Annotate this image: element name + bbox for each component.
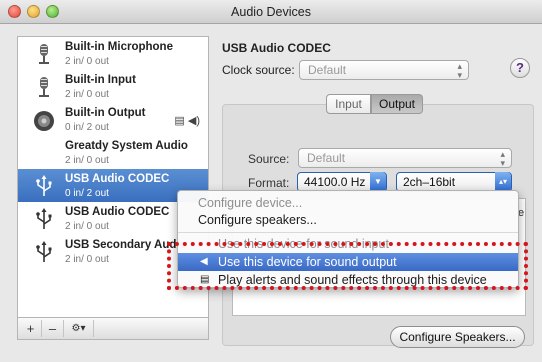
- device-channels: 2 in/ 0 out: [65, 221, 109, 232]
- help-button[interactable]: ?: [510, 58, 530, 78]
- device-name: Built-in Input: [65, 74, 136, 86]
- device-list-toolbar: + – ⚙▾: [17, 318, 209, 340]
- tab-input[interactable]: Input: [326, 94, 371, 114]
- device-item-built-in-microphone[interactable]: Built-in Microphone 2 in/ 0 out: [18, 37, 208, 70]
- format-rate-value: 44100.0 Hz: [304, 175, 366, 189]
- chevron-updown-icon: ▴▾: [495, 172, 511, 192]
- microphone-icon: [39, 77, 49, 97]
- speaker-icon: [34, 111, 54, 131]
- menu-item-use-for-output[interactable]: ◀ Use this device for sound output: [178, 253, 518, 271]
- device-context-menu: Configure device... Configure speakers..…: [177, 190, 519, 288]
- remove-device-button[interactable]: –: [42, 320, 64, 337]
- menu-item-label: Configure speakers...: [198, 213, 317, 227]
- chevron-updown-icon: ▴▾: [500, 149, 505, 168]
- tab-output[interactable]: Output: [371, 94, 423, 114]
- usb-icon: [36, 241, 52, 262]
- menu-item-label: Use this device for sound input: [218, 237, 389, 251]
- gear-menu-button[interactable]: ⚙▾: [64, 320, 94, 337]
- device-channels: 2 in/ 0 out: [65, 56, 109, 67]
- speaker-volume-icon: ◀: [200, 256, 208, 267]
- clock-source-label: Clock source:: [222, 63, 295, 77]
- device-name: USB Audio CODEC: [65, 173, 170, 185]
- clock-source-value: Default: [308, 63, 347, 77]
- device-name: USB Audio CODEC: [65, 206, 170, 218]
- default-device-badges: ▤ ◀): [174, 115, 200, 127]
- add-device-button[interactable]: +: [20, 320, 42, 337]
- menu-item-use-for-input[interactable]: Use this device for sound input: [178, 235, 518, 253]
- device-name: Built-in Output: [65, 107, 146, 119]
- chevron-down-icon: ▼: [370, 172, 386, 192]
- source-value: Default: [307, 151, 346, 165]
- source-label: Source:: [248, 152, 290, 166]
- selected-device-title: USB Audio CODEC: [222, 41, 331, 55]
- format-label: Format:: [248, 176, 290, 190]
- window-title: Audio Devices: [231, 5, 311, 19]
- menu-item-label: Play alerts and sound effects through th…: [218, 273, 487, 287]
- device-name: USB Secondary Audio: [65, 239, 187, 251]
- device-name: Greatdy System Audio: [65, 140, 188, 152]
- menu-item-label: Configure device...: [198, 196, 303, 210]
- clock-source-popup[interactable]: Default ▴ ▾: [299, 60, 469, 80]
- device-channels: 2 in/ 0 out: [65, 155, 109, 166]
- device-channels: 0 in/ 2 out: [65, 188, 109, 199]
- format-bits-value: 2ch–16bit: [403, 175, 456, 189]
- configure-speakers-button[interactable]: Configure Speakers...: [390, 326, 525, 348]
- menu-item-configure-speakers[interactable]: Configure speakers...: [178, 211, 518, 229]
- device-item-greatdy-system-audio[interactable]: Greatdy System Audio 2 in/ 0 out: [18, 136, 208, 169]
- menu-item-play-alerts[interactable]: ▤ Play alerts and sound effects through …: [178, 271, 518, 289]
- device-channels: 2 in/ 0 out: [65, 89, 109, 100]
- microphone-icon: [39, 44, 49, 64]
- menu-item-label: Use this device for sound output: [218, 255, 397, 269]
- usb-icon: [36, 208, 52, 229]
- format-bits-popup[interactable]: 2ch–16bit ▴▾: [396, 172, 512, 192]
- device-item-built-in-output[interactable]: Built-in Output 0 in/ 2 out ▤ ◀): [18, 103, 208, 136]
- window-titlebar: Audio Devices: [0, 0, 542, 24]
- device-channels: 0 in/ 2 out: [65, 122, 109, 133]
- alert-device-icon: ▤: [200, 274, 210, 285]
- chevron-updown-icon: ▴▾: [457, 61, 462, 80]
- device-item-built-in-input[interactable]: Built-in Input 2 in/ 0 out: [18, 70, 208, 103]
- source-popup[interactable]: Default ▴ ▾: [298, 148, 512, 168]
- device-channels: 2 in/ 0 out: [65, 254, 109, 265]
- device-name: Built-in Microphone: [65, 41, 173, 53]
- usb-icon: [36, 175, 52, 196]
- menu-separator: [178, 232, 518, 233]
- format-rate-popup[interactable]: 44100.0 Hz ▼: [297, 172, 387, 192]
- menu-item-configure-device[interactable]: Configure device...: [178, 194, 518, 212]
